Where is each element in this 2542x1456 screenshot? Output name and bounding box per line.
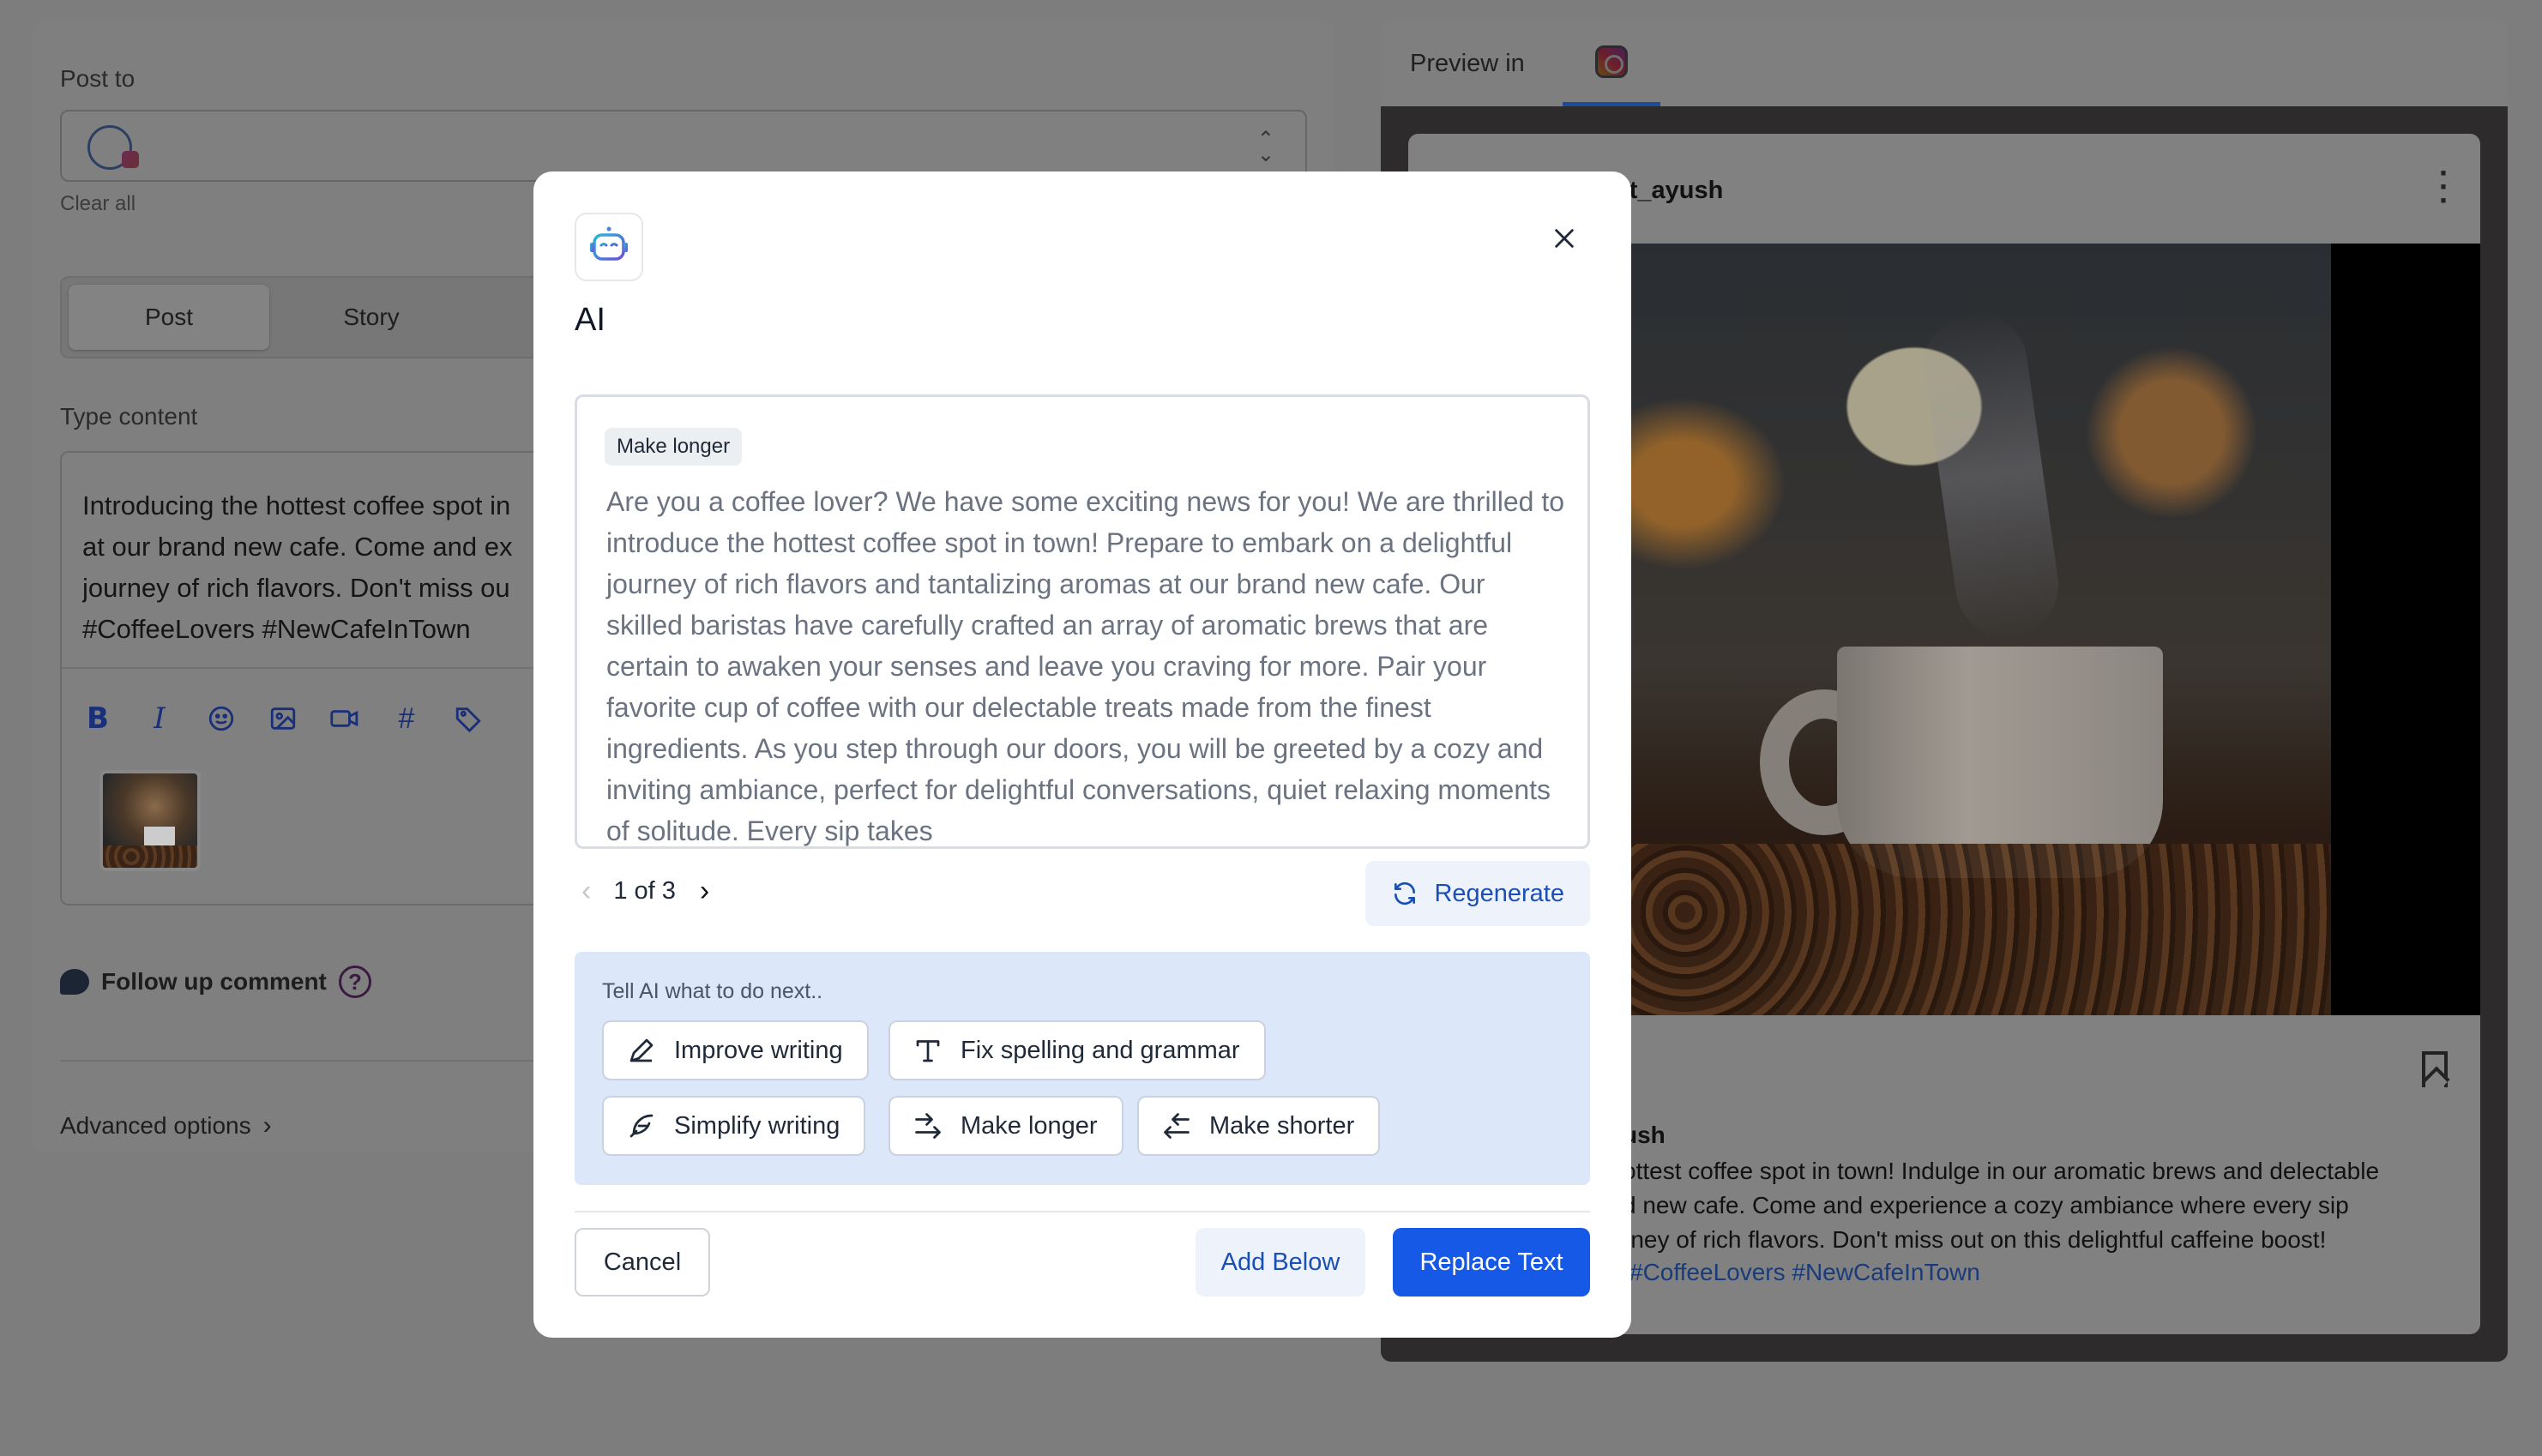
simplify-writing-button[interactable]: Simplify writing	[602, 1096, 866, 1156]
thumbnail-beans	[103, 845, 197, 868]
attached-image-thumbnail[interactable]	[99, 770, 201, 871]
tab-story[interactable]: Story	[271, 285, 472, 350]
ai-result-box[interactable]: Make longer Are you a coffee lover? We h…	[575, 394, 1590, 849]
ai-robot-icon	[575, 213, 643, 281]
comment-bubble-icon	[60, 969, 89, 995]
video-icon[interactable]	[328, 701, 362, 736]
ai-actions-panel: Tell AI what to do next.. Improve writin…	[575, 952, 1590, 1185]
italic-icon[interactable]: I	[142, 701, 177, 736]
tab-instagram[interactable]	[1563, 21, 1660, 106]
caption-text: ottest coffee spot in town! Indulge in o…	[1623, 1158, 2380, 1253]
fix-spelling-grammar-label: Fix spelling and grammar	[961, 1036, 1240, 1064]
make-shorter-button[interactable]: Make shorter	[1137, 1096, 1381, 1156]
add-below-button[interactable]: Add Below	[1196, 1228, 1365, 1297]
bold-icon[interactable]: B	[81, 701, 115, 736]
content-text[interactable]: Introducing the hottest coffee spot in a…	[82, 485, 563, 650]
pen-icon	[629, 1038, 654, 1062]
shrink-arrows-icon	[1164, 1113, 1190, 1139]
tab-post[interactable]: Post	[69, 285, 269, 350]
make-longer-button[interactable]: Make longer	[888, 1096, 1123, 1156]
footer-divider	[575, 1211, 1590, 1212]
follow-up-label: Follow up comment	[101, 968, 327, 995]
steam	[1918, 306, 2065, 644]
fix-spelling-grammar-button[interactable]: Fix spelling and grammar	[888, 1020, 1266, 1080]
regenerate-button[interactable]: Regenerate	[1365, 861, 1590, 926]
improve-writing-label: Improve writing	[674, 1036, 843, 1064]
advanced-options-label: Advanced options	[60, 1112, 251, 1139]
bookmark-icon[interactable]	[2422, 1051, 2448, 1087]
preview-tabs: Preview in	[1381, 21, 2508, 106]
expand-arrows-icon	[915, 1113, 941, 1139]
chevron-right-icon: ›	[262, 1111, 272, 1140]
simplify-writing-label: Simplify writing	[674, 1111, 840, 1140]
close-icon[interactable]	[1545, 220, 1583, 257]
result-pager: ‹ 1 of 3 ›	[581, 875, 709, 908]
replace-text-button[interactable]: Replace Text	[1393, 1228, 1590, 1297]
instagram-icon	[1595, 45, 1628, 78]
refresh-icon	[1394, 881, 1416, 905]
ai-hint-text: Tell AI what to do next..	[602, 979, 823, 1003]
follow-up-comment[interactable]: Follow up comment ?	[60, 966, 371, 998]
hashtag-icon[interactable]: #	[389, 701, 424, 736]
applied-action-badge: Make longer	[605, 428, 743, 466]
improve-writing-button[interactable]: Improve writing	[602, 1020, 869, 1080]
instagram-badge-icon	[122, 151, 139, 168]
clear-all-link[interactable]: Clear all	[60, 192, 136, 216]
feather-icon	[629, 1114, 654, 1138]
image-icon[interactable]	[266, 701, 300, 736]
help-icon[interactable]: ?	[338, 966, 371, 998]
caption-hashtags[interactable]: #CoffeeLovers #NewCafeInTown	[1629, 1259, 1980, 1286]
emoji-icon[interactable]	[204, 701, 238, 736]
make-longer-label: Make longer	[961, 1111, 1098, 1140]
cancel-button[interactable]: Cancel	[575, 1228, 710, 1297]
post-to-label: Post to	[60, 65, 136, 92]
modal-title: AI	[575, 302, 605, 338]
ai-assistant-modal: AI Make longer Are you a coffee lover? W…	[533, 171, 1631, 1338]
next-result-icon[interactable]: ›	[700, 875, 709, 908]
select-chevron-icon: ⌃ ⌄	[1256, 128, 1274, 166]
more-options-icon[interactable]: · · ·	[2439, 158, 2449, 216]
text-icon	[916, 1040, 940, 1062]
previous-result-icon[interactable]: ‹	[581, 875, 591, 908]
advanced-options-toggle[interactable]: Advanced options ›	[60, 1111, 272, 1140]
preview-label: Preview in	[1410, 50, 1525, 77]
regenerate-label: Regenerate	[1434, 879, 1564, 907]
make-shorter-label: Make shorter	[1209, 1111, 1355, 1140]
type-content-label: Type content	[60, 403, 198, 430]
ai-result-text[interactable]: Are you a coffee lover? We have some exc…	[606, 481, 1567, 846]
tag-icon[interactable]	[451, 701, 485, 736]
pager-count: 1 of 3	[613, 877, 676, 905]
